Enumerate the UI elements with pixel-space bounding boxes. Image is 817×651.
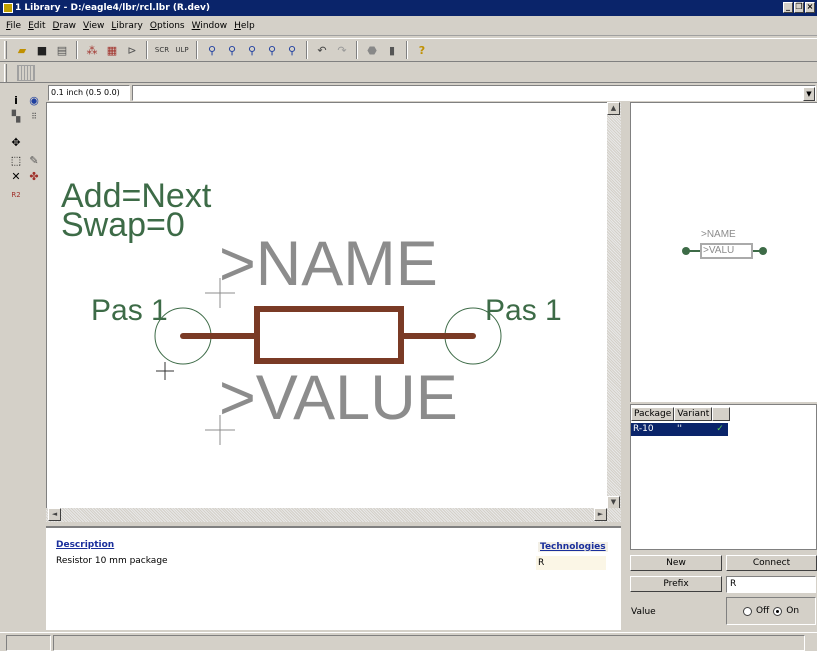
save-icon[interactable]: ■ xyxy=(33,41,51,59)
menu-view[interactable]: View xyxy=(83,21,104,31)
status-bar xyxy=(0,632,817,651)
command-input[interactable]: ▼ xyxy=(132,85,816,101)
group-icon[interactable]: ⬚ xyxy=(8,154,24,168)
zoom-select-icon[interactable]: ⚲ xyxy=(283,41,301,59)
value-on-label: On xyxy=(786,606,800,616)
description-panel: Description Resistor 10 mm package Techn… xyxy=(46,526,621,630)
value-label: Value xyxy=(631,607,656,617)
technologies-value: R xyxy=(536,556,606,570)
menu-library[interactable]: Library xyxy=(111,21,142,31)
schematic-icon[interactable]: ⁂ xyxy=(83,41,101,59)
add-icon[interactable]: ✤ xyxy=(26,170,42,184)
value-on-radio[interactable] xyxy=(773,606,783,616)
checkmark-icon: ✓ xyxy=(716,424,724,434)
redo-icon[interactable]: ↷ xyxy=(333,41,351,59)
vertical-scrollbar[interactable]: ▲ ▼ xyxy=(607,102,621,522)
coordinate-display: 0.1 inch (0.5 0.0) xyxy=(48,85,130,101)
drawing-canvas[interactable]: Add=Next Swap=0 >NAME >VALUE Pas 1 Pas 1 xyxy=(46,102,607,510)
move-icon[interactable]: ✥ xyxy=(8,136,24,150)
preview-name: >NAME xyxy=(701,229,736,240)
zoom-redraw-icon[interactable]: ⚲ xyxy=(263,41,281,59)
package-list[interactable]: Package Variant R-10 '' ✓ xyxy=(630,404,817,550)
package-preview: >NAME >VALU xyxy=(630,102,817,402)
status-cell-main xyxy=(53,635,805,651)
description-text: Resistor 10 mm package xyxy=(56,556,168,566)
table-row[interactable]: R-10 '' ✓ xyxy=(631,423,728,436)
pin-label-left: Pas 1 xyxy=(91,294,168,327)
title-bar: 1 Library - D:/eagle4/lbr/rcl.lbr (R.dev… xyxy=(0,0,817,16)
close-button[interactable]: × xyxy=(805,2,815,13)
zoom-in-icon[interactable]: ⚲ xyxy=(223,41,241,59)
column-header-package[interactable]: Package xyxy=(631,407,675,421)
swap-label: Swap=0 xyxy=(61,206,185,244)
app-icon xyxy=(3,3,13,13)
zoom-fit-icon[interactable]: ⚲ xyxy=(203,41,221,59)
name-icon[interactable]: R2 xyxy=(8,188,24,202)
ulp-icon[interactable]: ULP xyxy=(173,41,191,59)
package-cell: R-10 xyxy=(633,424,654,434)
technologies-link[interactable]: Technologies xyxy=(538,542,608,552)
zoom-out-icon[interactable]: ⚲ xyxy=(243,41,261,59)
grid-icon[interactable] xyxy=(17,64,35,81)
delete-icon[interactable]: ✕ xyxy=(8,170,24,184)
display-icon[interactable]: ▚ xyxy=(8,110,24,124)
value-toggle: Off On xyxy=(726,597,816,625)
scroll-left-button[interactable]: ◄ xyxy=(48,508,61,521)
prefix-field[interactable]: R xyxy=(726,576,816,593)
menu-window[interactable]: Window xyxy=(192,21,228,31)
board-icon[interactable]: ▦ xyxy=(103,41,121,59)
menu-edit[interactable]: Edit xyxy=(28,21,45,31)
main-toolbar: ▰ ■ ▤ ⁂ ▦ ⊳ SCR ULP ⚲ ⚲ ⚲ ⚲ ⚲ ↶ ↷ ⬣ ▮ ? xyxy=(0,38,817,62)
scroll-right-button[interactable]: ► xyxy=(594,508,607,521)
menu-bar: File Edit Draw View Library Options Wind… xyxy=(0,16,817,36)
chevron-down-icon[interactable]: ▼ xyxy=(803,87,815,101)
open-icon[interactable]: ▰ xyxy=(13,41,31,59)
menu-draw[interactable]: Draw xyxy=(53,21,77,31)
stop-icon[interactable]: ⬣ xyxy=(363,41,381,59)
command-toolbar: i ◉ ▚ ⠿ ✥ ⬚ ✎ ✕ ✤ R2 xyxy=(0,84,46,630)
new-button[interactable]: New xyxy=(630,555,722,571)
connect-button[interactable]: Connect xyxy=(726,555,817,571)
help-icon[interactable]: ? xyxy=(413,41,431,59)
change-icon[interactable]: ✎ xyxy=(26,154,42,168)
menu-options[interactable]: Options xyxy=(150,21,185,31)
pin-label-right: Pas 1 xyxy=(485,294,562,327)
show-icon[interactable]: ◉ xyxy=(26,94,42,108)
variant-cell: '' xyxy=(677,424,682,434)
preview-value: >VALU xyxy=(703,245,735,256)
undo-icon[interactable]: ↶ xyxy=(313,41,331,59)
column-header-variant[interactable]: Variant xyxy=(674,407,713,421)
symbol-icon[interactable]: ⊳ xyxy=(123,41,141,59)
description-link[interactable]: Description xyxy=(56,540,114,550)
prefix-button[interactable]: Prefix xyxy=(630,576,722,592)
value-placeholder: >VALUE xyxy=(219,363,458,433)
value-off-radio[interactable] xyxy=(742,606,752,616)
info-icon[interactable]: i xyxy=(8,94,24,108)
go-icon[interactable]: ▮ xyxy=(383,41,401,59)
value-off-label: Off xyxy=(755,606,770,616)
restore-button[interactable]: ❐ xyxy=(794,2,804,13)
status-cell-left xyxy=(6,635,51,651)
horizontal-scrollbar[interactable]: ◄ ► xyxy=(46,508,621,522)
minimize-button[interactable]: _ xyxy=(783,2,793,13)
mark-icon[interactable]: ⠿ xyxy=(26,110,42,124)
toolbar-grip xyxy=(4,63,7,82)
script-icon[interactable]: SCR xyxy=(153,41,171,59)
print-icon[interactable]: ▤ xyxy=(53,41,71,59)
menu-help[interactable]: Help xyxy=(234,21,255,31)
toolbar-grip xyxy=(4,41,7,59)
command-bar: 0.1 inch (0.5 0.0) ▼ xyxy=(46,84,817,102)
name-placeholder: >NAME xyxy=(219,229,438,299)
window-title: 1 Library - D:/eagle4/lbr/rcl.lbr (R.dev… xyxy=(15,3,210,13)
parameter-toolbar xyxy=(0,63,817,83)
scroll-up-button[interactable]: ▲ xyxy=(607,102,620,115)
menu-file[interactable]: File xyxy=(6,21,21,31)
